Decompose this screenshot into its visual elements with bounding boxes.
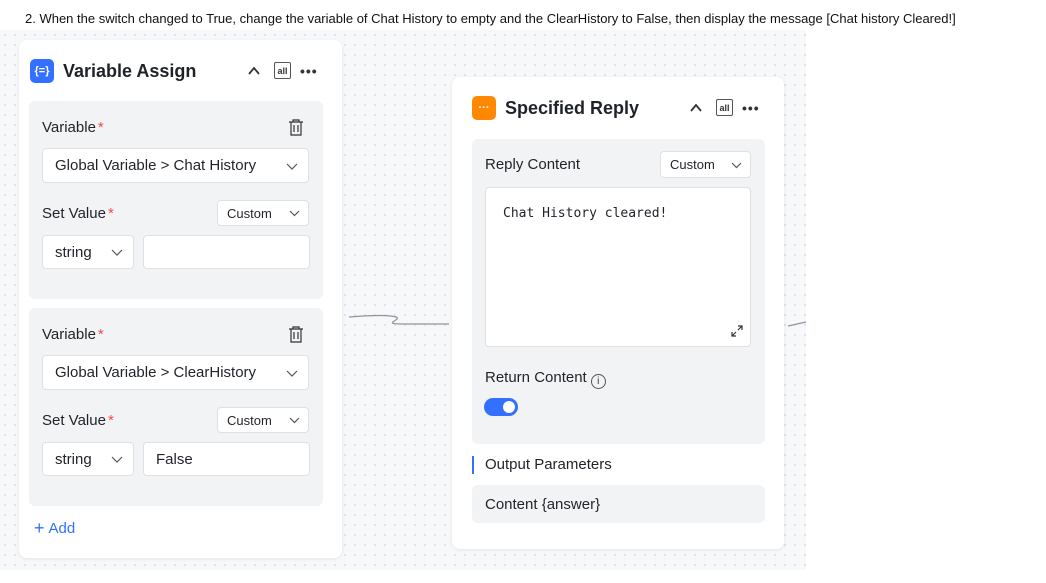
all-outputs-icon[interactable]: all (274, 62, 291, 79)
node-title: Variable Assign (63, 60, 197, 81)
type-value: string (55, 243, 92, 261)
value-input[interactable] (143, 235, 310, 269)
chevron-down-icon (111, 249, 123, 256)
set-value-mode-select[interactable]: Custom (217, 407, 309, 433)
chevron-down-icon (289, 417, 300, 424)
delete-icon[interactable] (288, 119, 304, 136)
node-title: Specified Reply (505, 97, 640, 118)
chevron-down-icon (286, 370, 298, 377)
return-content-toggle[interactable] (484, 398, 518, 416)
specified-reply-header: ··· Specified Reply (472, 96, 639, 120)
variable-assign-header: {=} Variable Assign (30, 59, 196, 83)
output-parameters-label: Output Parameters (485, 456, 612, 473)
set-value-mode-value: Custom (227, 205, 272, 221)
set-value-label: Set Value * (42, 205, 114, 222)
output-parameter-item: Content {answer} (472, 485, 765, 523)
plus-icon: + (34, 518, 45, 538)
reply-mode-select[interactable]: Custom (660, 151, 751, 178)
variable-select[interactable]: Global Variable > ClearHistory (42, 355, 309, 390)
variable-label: Variable * (42, 326, 104, 343)
variable-label: Variable * (42, 119, 104, 136)
toggle-knob (503, 401, 515, 413)
variable-braces-icon: {=} (30, 59, 54, 83)
node-tools: all ••• (689, 99, 760, 116)
all-outputs-icon[interactable]: all (716, 99, 733, 116)
collapse-icon[interactable] (689, 101, 703, 115)
type-value: string (55, 450, 92, 468)
chevron-down-icon (286, 163, 298, 170)
reply-content-textarea[interactable]: Chat History cleared! (485, 187, 751, 347)
node-tools: all ••• (247, 62, 318, 79)
chevron-down-icon (111, 456, 123, 463)
edge-connector (348, 314, 449, 325)
more-icon[interactable]: ••• (742, 100, 760, 116)
add-label: Add (48, 519, 76, 537)
variable-select-value: Global Variable > ClearHistory (55, 364, 257, 381)
section-accent-bar (472, 456, 474, 474)
edge-connector-out (787, 321, 807, 327)
chat-bubble-icon: ··· (472, 96, 496, 120)
reply-text: Chat History cleared! (503, 206, 668, 221)
add-assignment-button[interactable]: + Add (34, 519, 75, 537)
value-input-text: False (156, 450, 193, 468)
chevron-down-icon (289, 210, 300, 217)
expand-icon[interactable] (730, 324, 744, 338)
reply-mode-value: Custom (670, 157, 715, 172)
collapse-icon[interactable] (247, 64, 261, 78)
set-value-label: Set Value * (42, 412, 114, 429)
reply-content-label: Reply Content (485, 156, 581, 173)
instruction-text: 2. When the switch changed to True, chan… (25, 11, 956, 26)
type-select[interactable]: string (42, 235, 134, 269)
more-icon[interactable]: ••• (300, 63, 318, 79)
variable-select[interactable]: Global Variable > Chat History (42, 148, 309, 183)
return-content-label: Return Content i (485, 369, 606, 389)
info-icon[interactable]: i (590, 374, 606, 389)
set-value-mode-select[interactable]: Custom (217, 200, 309, 226)
chevron-down-icon (731, 162, 742, 168)
set-value-mode-value: Custom (227, 412, 272, 428)
variable-select-value: Global Variable > Chat History (55, 157, 257, 174)
delete-icon[interactable] (288, 326, 304, 343)
value-input[interactable]: False (143, 442, 310, 476)
type-select[interactable]: string (42, 442, 134, 476)
